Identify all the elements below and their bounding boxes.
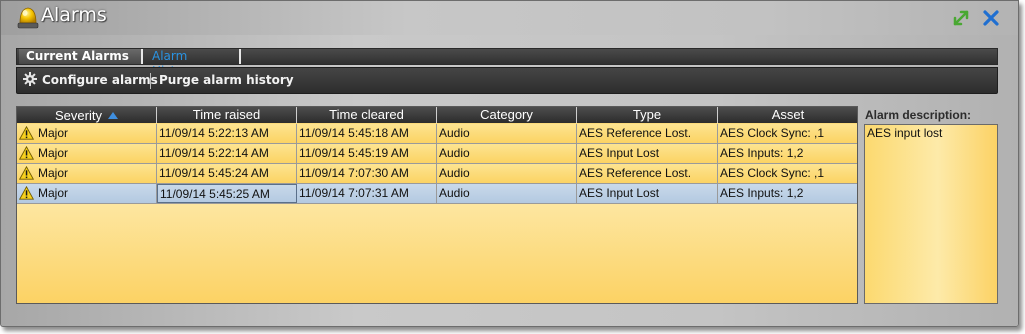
- purge-alarm-history-button[interactable]: Purge alarm history: [159, 68, 294, 93]
- severity-cell: Major: [17, 184, 157, 203]
- category-cell: Audio: [437, 184, 577, 203]
- table-header: Severity Time raised Time cleared Catego…: [17, 107, 857, 123]
- column-header-category[interactable]: Category: [437, 107, 577, 123]
- column-header-severity[interactable]: Severity: [17, 107, 157, 123]
- tab-bar: Current Alarms Alarm History: [16, 48, 998, 78]
- time-raised-cell: 11/09/14 5:45:24 AM: [157, 164, 297, 183]
- tab-alarm-history[interactable]: Alarm History: [145, 49, 241, 78]
- column-label: Severity: [55, 108, 102, 123]
- time-raised-cell: 11/09/14 5:45:25 AM: [157, 184, 297, 203]
- tab-current-alarms[interactable]: Current Alarms: [19, 49, 143, 64]
- column-header-time-cleared[interactable]: Time cleared: [297, 107, 437, 123]
- alarm-history-table: Severity Time raised Time cleared Catego…: [16, 106, 858, 304]
- alarm-bell-icon: [17, 5, 39, 31]
- severity-text: Major: [38, 186, 69, 200]
- toolbar-divider: [150, 73, 151, 89]
- asset-cell: AES Clock Sync: ,1: [720, 166, 825, 180]
- warning-icon: [18, 145, 35, 163]
- table-row[interactable]: Major 11/09/14 5:22:13 AM 11/09/14 5:45:…: [17, 124, 857, 144]
- severity-text: Major: [38, 166, 69, 180]
- time-cleared-cell: 11/09/14 5:45:18 AM: [297, 124, 437, 143]
- asset-cell: AES Clock Sync: ,1: [720, 126, 825, 140]
- alarm-description-label: Alarm description:: [865, 108, 972, 122]
- table-row[interactable]: Major 11/09/14 5:45:24 AM 11/09/14 7:07:…: [17, 164, 857, 184]
- asset-cell: AES Inputs: 1,2: [720, 146, 804, 160]
- table-row-selected[interactable]: Major 11/09/14 5:45:25 AM 11/09/14 7:07:…: [17, 184, 857, 204]
- severity-cell: Major: [17, 124, 157, 143]
- alarms-window: Alarms Current Alarms Alarm History: [0, 0, 1019, 327]
- severity-cell: Major: [17, 164, 157, 183]
- configure-alarms-button[interactable]: Configure alarms: [23, 68, 158, 93]
- close-icon[interactable]: [981, 8, 1001, 28]
- time-raised-cell: 11/09/14 5:22:14 AM: [157, 144, 297, 163]
- category-cell: Audio: [437, 124, 577, 143]
- time-cleared-cell: 11/09/14 5:45:19 AM: [297, 144, 437, 163]
- column-header-type[interactable]: Type: [577, 107, 718, 123]
- category-cell: Audio: [437, 164, 577, 183]
- time-cleared-cell: 11/09/14 7:07:31 AM: [297, 184, 437, 203]
- type-cell: AES Reference Lost.: [577, 164, 718, 183]
- warning-icon: [18, 165, 35, 183]
- asset-cell: AES Inputs: 1,2: [720, 186, 804, 200]
- alarm-description-field[interactable]: AES input lost: [864, 124, 998, 304]
- expand-arrows-icon[interactable]: [951, 8, 971, 28]
- time-cleared-cell: 11/09/14 7:07:30 AM: [297, 164, 437, 183]
- column-header-time-raised[interactable]: Time raised: [157, 107, 297, 123]
- title-bar[interactable]: Alarms: [1, 1, 1018, 35]
- time-raised-cell: 11/09/14 5:22:13 AM: [157, 124, 297, 143]
- column-header-asset[interactable]: Asset: [718, 107, 857, 123]
- window-title: Alarms: [41, 4, 107, 26]
- type-cell: AES Input Lost: [577, 144, 718, 163]
- severity-cell: Major: [17, 144, 157, 163]
- type-cell: AES Input Lost: [577, 184, 718, 203]
- toolbar: Configure alarms Purge alarm history: [16, 67, 998, 94]
- warning-icon: [18, 125, 35, 143]
- severity-text: Major: [38, 126, 69, 140]
- warning-icon: [18, 185, 35, 203]
- configure-alarms-label: Configure alarms: [42, 73, 158, 87]
- gear-icon: [23, 70, 37, 95]
- sort-ascending-icon: [107, 107, 118, 123]
- table-row[interactable]: Major 11/09/14 5:22:14 AM 11/09/14 5:45:…: [17, 144, 857, 164]
- category-cell: Audio: [437, 144, 577, 163]
- type-cell: AES Reference Lost.: [577, 124, 718, 143]
- severity-text: Major: [38, 146, 69, 160]
